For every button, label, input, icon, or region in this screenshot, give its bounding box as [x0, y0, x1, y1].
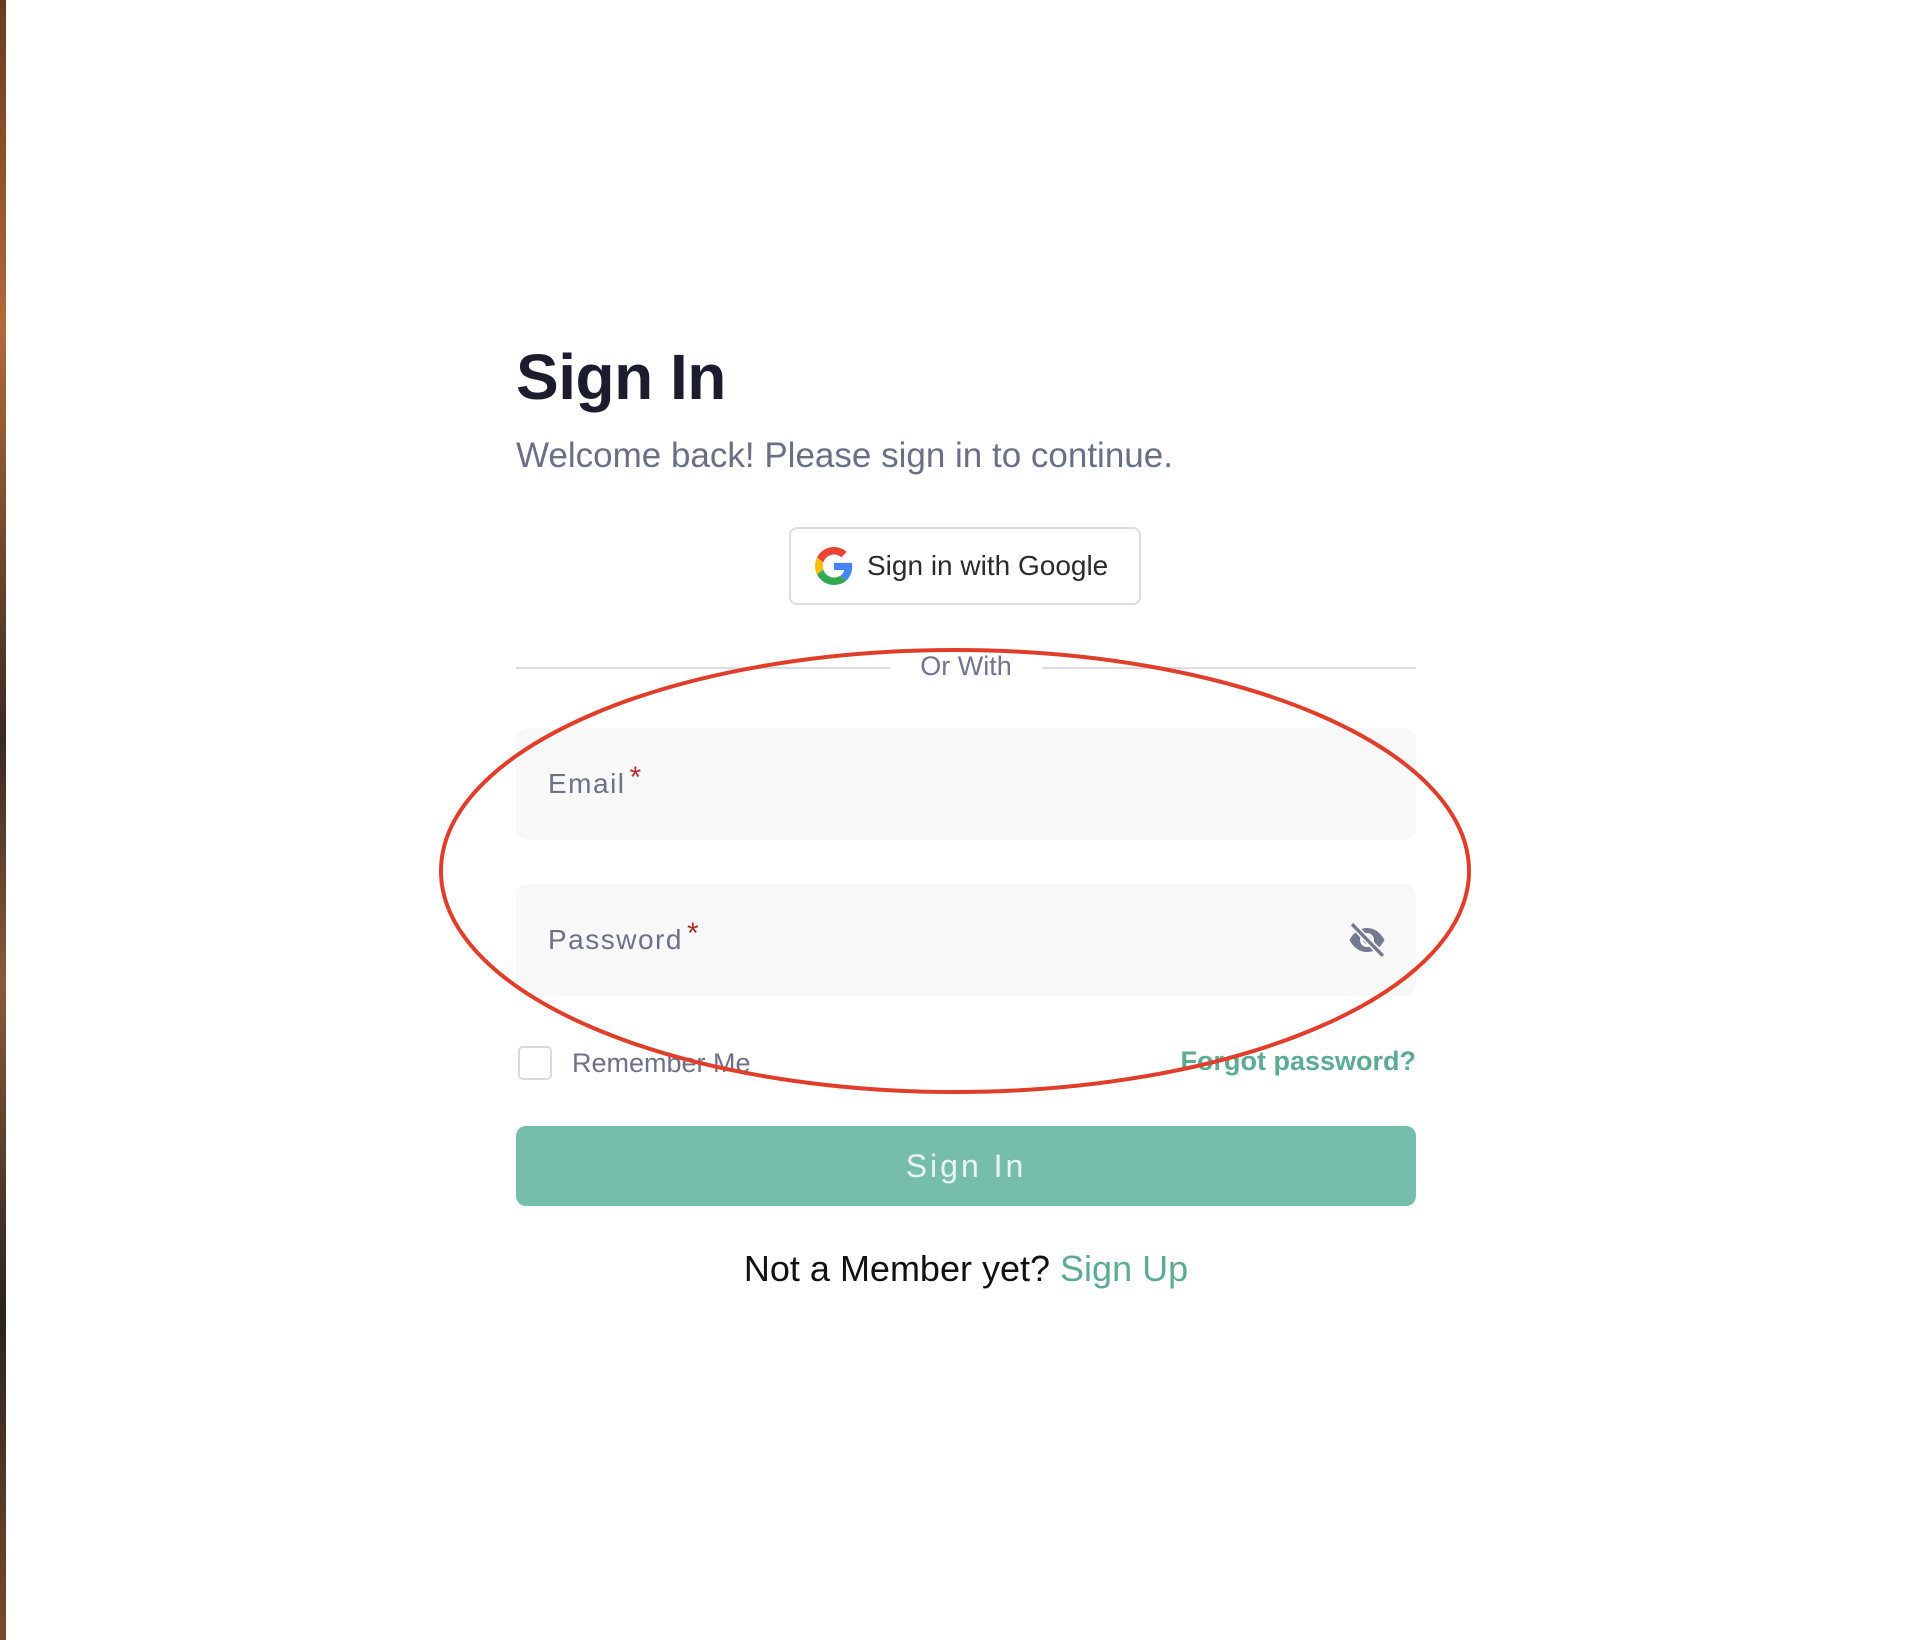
email-label: Email	[548, 768, 626, 799]
forgot-password-link[interactable]: Forgot password?	[1181, 1046, 1417, 1077]
remember-me-checkbox[interactable]	[518, 1046, 552, 1080]
email-field[interactable]: Email *	[516, 728, 1416, 840]
sign-up-link[interactable]: Sign Up	[1060, 1248, 1188, 1289]
remember-me-label: Remember Me	[572, 1047, 751, 1078]
page-subtitle: Welcome back! Please sign in to continue…	[516, 436, 1173, 475]
google-g-icon	[815, 547, 853, 585]
page-title: Sign In	[516, 341, 726, 413]
sign-in-button-label: Sign In	[905, 1147, 1027, 1184]
email-required-marker: *	[629, 761, 642, 794]
google-button-label: Sign in with Google	[867, 550, 1109, 581]
annotation-ellipse	[439, 648, 1471, 1094]
background-edge	[0, 0, 6, 1640]
eye-slash-icon[interactable]	[1346, 920, 1388, 960]
divider-line-right	[1042, 667, 1416, 669]
sign-in-page: Sign In Welcome back! Please sign in to …	[0, 0, 1928, 1640]
remember-me-option[interactable]: Remember Me	[516, 1046, 751, 1080]
or-divider: Or With	[516, 651, 1416, 687]
signup-question: Not a Member yet?	[743, 1248, 1051, 1289]
password-label: Password	[548, 924, 683, 955]
google-sign-in-button[interactable]: Sign in with Google	[789, 527, 1141, 605]
password-field[interactable]: Password *	[516, 884, 1416, 996]
password-required-marker: *	[686, 917, 699, 950]
sign-in-button[interactable]: Sign In	[516, 1126, 1416, 1206]
signup-prompt: Not a Member yet? Sign Up	[516, 1248, 1416, 1290]
